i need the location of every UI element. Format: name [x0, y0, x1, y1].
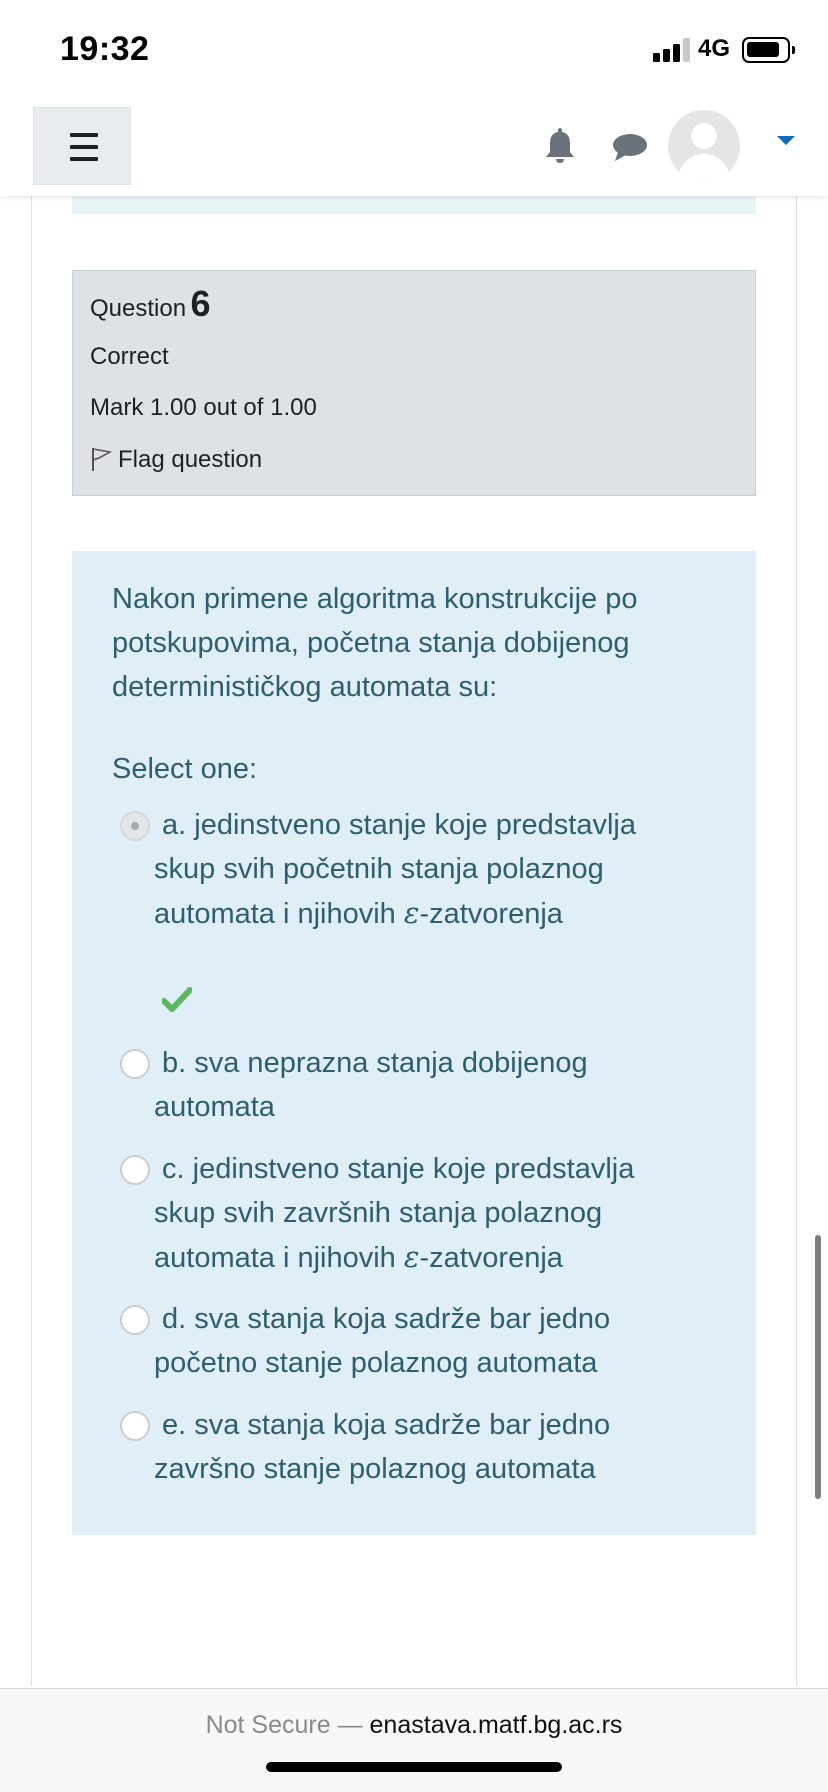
answer-option-c[interactable]: c. jedinstveno stanje koje predstavlja s… — [112, 1147, 712, 1287]
hamburger-menu-button[interactable] — [33, 107, 131, 185]
flag-question-link[interactable]: Flag question — [90, 446, 262, 474]
browser-address-bar[interactable]: Not Secure — enastava.matf.bg.ac.rs — [0, 1688, 828, 1792]
clock: 19:32 — [60, 30, 150, 68]
answer-text-c: c. jedinstveno stanje koje predstavlja s… — [154, 1153, 635, 1274]
radio-b[interactable] — [120, 1049, 150, 1079]
previous-question-panel — [72, 196, 756, 214]
answer-option-b[interactable]: b. sva neprazna stanja dobijenog automat… — [112, 1041, 712, 1131]
url-host: enastava.matf.bg.ac.rs — [369, 1711, 623, 1739]
answer-option-d[interactable]: d. sva stanja koja sadrže bar jedno poče… — [112, 1297, 712, 1387]
radio-e[interactable] — [120, 1411, 150, 1441]
answer-text-b: b. sva neprazna stanja dobijenog automat… — [154, 1047, 588, 1123]
battery-icon — [742, 37, 795, 63]
not-secure-label: Not Secure — — [205, 1711, 363, 1739]
question-state: Correct — [90, 343, 169, 370]
user-avatar[interactable] — [668, 110, 740, 182]
cellular-signal-icon — [653, 38, 691, 62]
answer-option-e[interactable]: e. sva stanja koja sadrže bar jedno zavr… — [112, 1403, 712, 1493]
chevron-down-icon[interactable] — [777, 136, 795, 145]
question-grade: Mark 1.00 out of 1.00 — [90, 394, 317, 421]
question-formulation: Nakon primene algoritma konstrukcije po … — [72, 551, 756, 1535]
question-info-box: Question 6 Correct Mark 1.00 out of 1.00… — [72, 270, 756, 496]
answer-text-a: a. jedinstveno stanje koje predstavlja s… — [154, 809, 636, 930]
radio-a[interactable] — [120, 811, 150, 841]
radio-c[interactable] — [120, 1155, 150, 1185]
top-navbar — [0, 100, 828, 196]
answer-option-a[interactable]: a. jedinstveno stanje koje predstavlja s… — [112, 803, 712, 943]
screen: 19:32 4G Question 6 Correct Mark 1.00 ou… — [0, 0, 828, 1792]
answer-text-e: e. sva stanja koja sadrže bar jedno zavr… — [154, 1409, 611, 1485]
chat-bubble-icon[interactable] — [612, 130, 648, 164]
checkmark-icon — [162, 987, 192, 1012]
bell-icon[interactable] — [544, 126, 576, 164]
select-prompt: Select one: — [112, 753, 258, 785]
answer-text-d: d. sva stanja koja sadrže bar jedno poče… — [154, 1303, 611, 1379]
question-number: Question 6 — [90, 283, 211, 324]
home-indicator[interactable] — [266, 1762, 562, 1772]
flag-icon — [92, 448, 113, 471]
radio-d[interactable] — [120, 1305, 150, 1335]
scrollbar[interactable] — [815, 1235, 821, 1499]
question-text: Nakon primene algoritma konstrukcije po … — [112, 583, 638, 703]
network-type: 4G — [698, 35, 731, 62]
status-bar: 19:32 4G — [0, 0, 828, 100]
